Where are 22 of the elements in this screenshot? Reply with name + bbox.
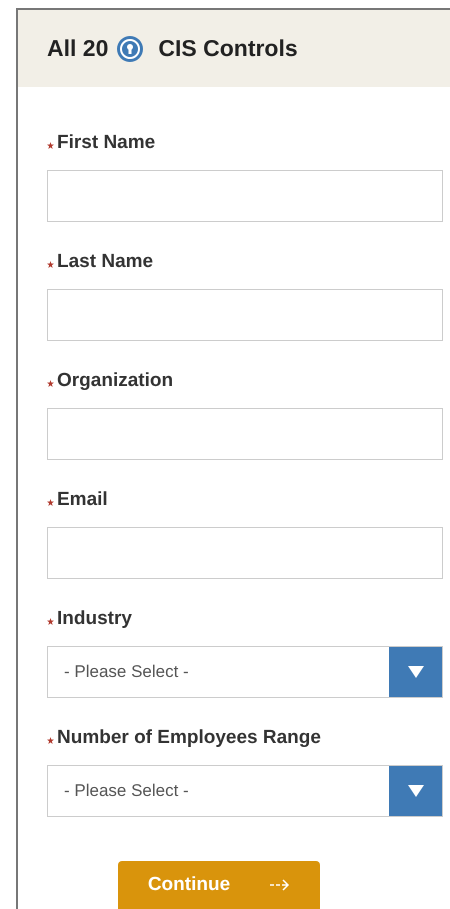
field-label: Email bbox=[57, 488, 108, 512]
dropdown-toggle[interactable] bbox=[389, 766, 442, 816]
title-text: All 20 bbox=[47, 34, 108, 64]
caret-icon bbox=[408, 785, 424, 797]
field-label: First Name bbox=[57, 130, 156, 155]
keyhole-icon bbox=[116, 34, 144, 62]
field-label: Organization bbox=[57, 368, 174, 393]
dropdown[interactable]: - Please Select - bbox=[47, 765, 443, 817]
input-field[interactable] bbox=[47, 289, 443, 341]
title-text: CIS Controls bbox=[158, 34, 298, 64]
input-field[interactable] bbox=[47, 527, 443, 579]
input-field[interactable] bbox=[47, 170, 443, 222]
dropdown[interactable]: - Please Select - bbox=[47, 646, 443, 698]
field-label: Industry bbox=[57, 606, 132, 631]
field-label: Last Name bbox=[57, 250, 154, 274]
caret-icon bbox=[408, 666, 424, 678]
input-field[interactable] bbox=[47, 408, 443, 460]
dropdown-toggle[interactable] bbox=[389, 647, 442, 697]
arrow-icon bbox=[270, 879, 290, 891]
dropdown-value: - Please Select - bbox=[63, 780, 190, 802]
dropdown-value: - Please Select - bbox=[63, 661, 190, 684]
field-label: Number of Employees Range bbox=[57, 726, 321, 750]
